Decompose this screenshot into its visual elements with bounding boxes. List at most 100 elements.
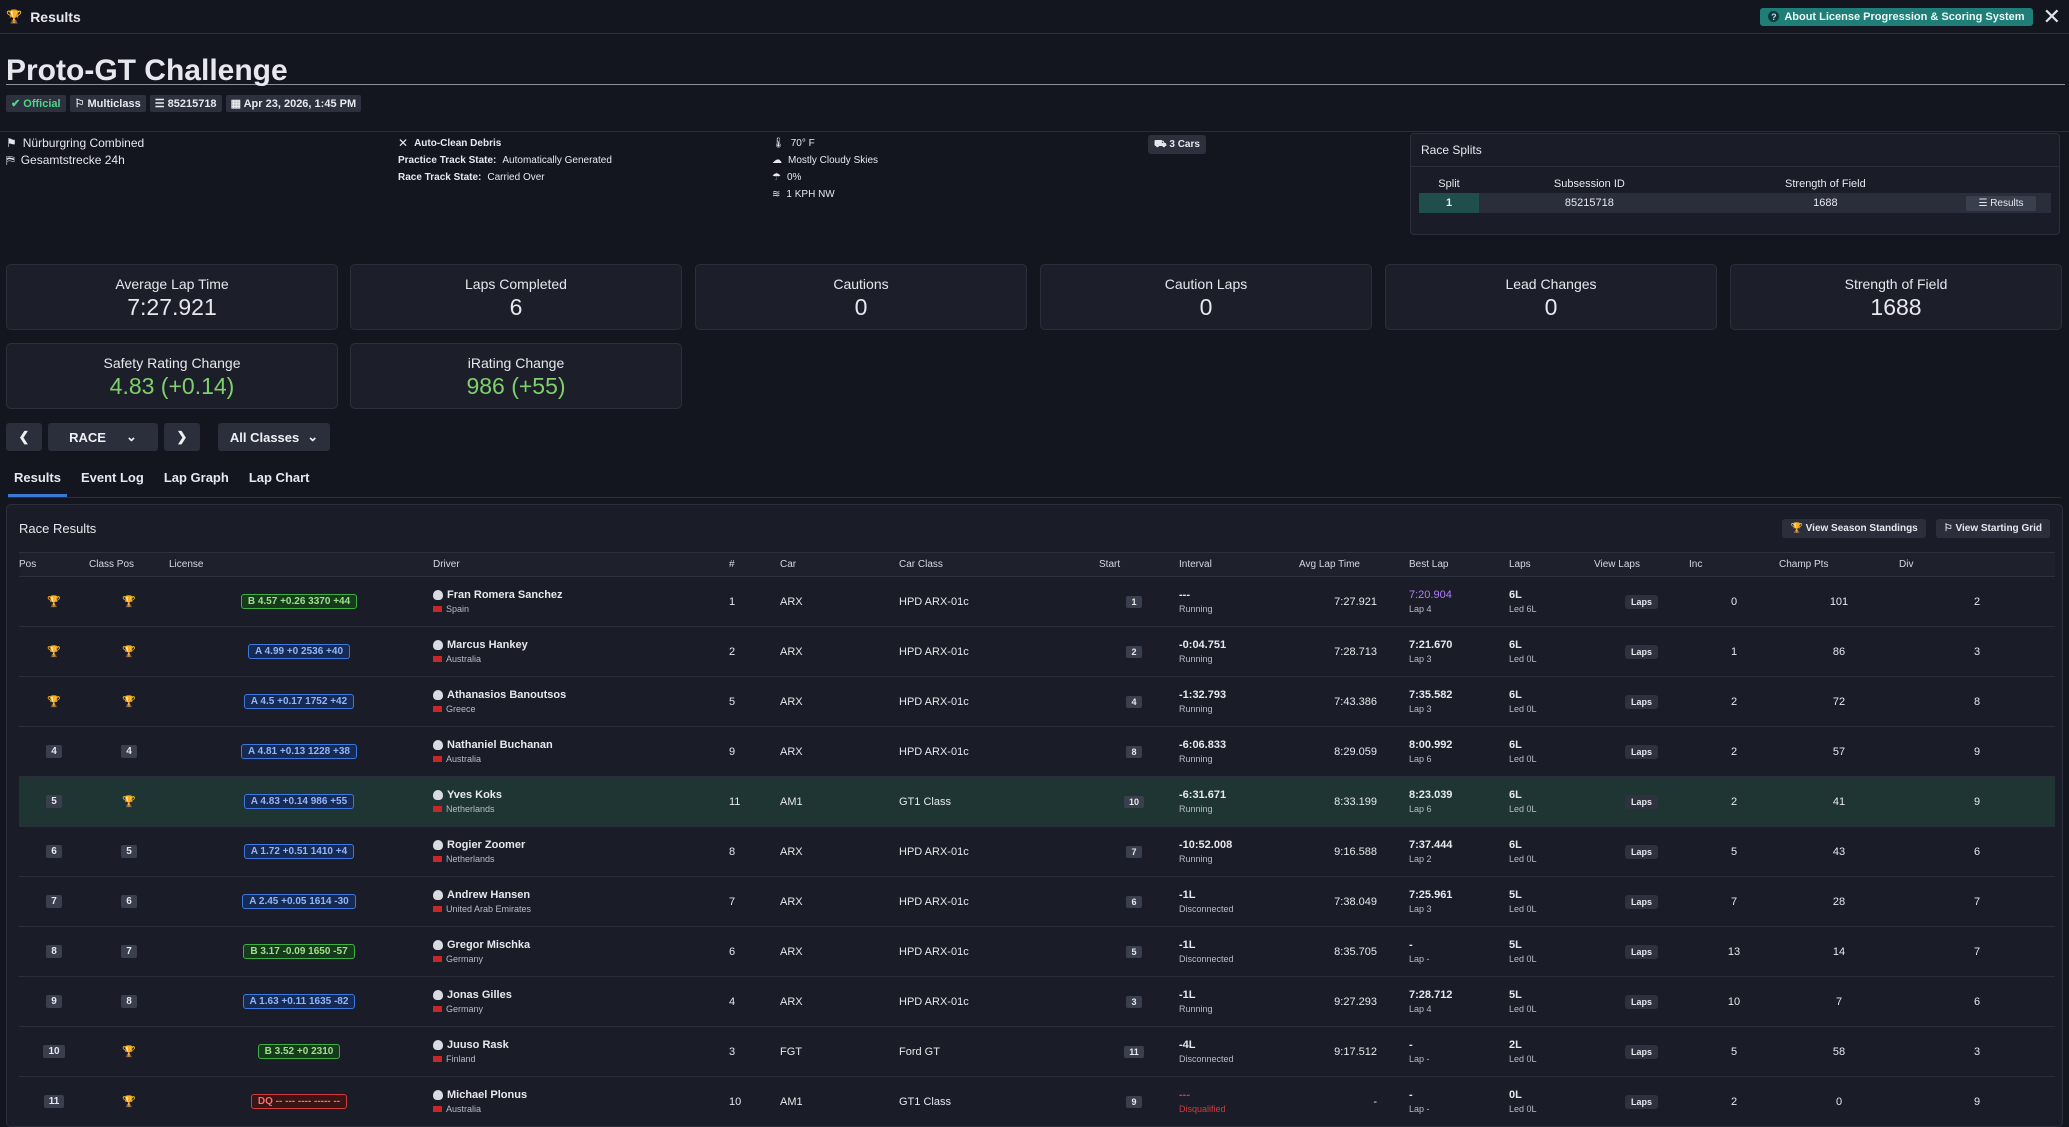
driver-name[interactable]: Marcus Hankey bbox=[447, 639, 528, 651]
col-header[interactable]: Class Pos bbox=[89, 552, 169, 577]
col-header[interactable]: Pos bbox=[19, 552, 89, 577]
tab-event-log[interactable]: Event Log bbox=[75, 462, 150, 497]
driver-cell[interactable]: Nathaniel Buchanan Australia bbox=[429, 726, 729, 777]
table-row[interactable]: 6 5 A 1.72 +0.51 1410 +4 Rogier Zoomer Nethe… bbox=[19, 826, 2055, 877]
car-number: 9 bbox=[729, 726, 774, 777]
col-header[interactable]: Div bbox=[1899, 552, 2055, 577]
driver-name[interactable]: Michael Plonus bbox=[447, 1089, 527, 1101]
incidents: 0 bbox=[1689, 576, 1779, 627]
col-header[interactable]: Car Class bbox=[899, 552, 1099, 577]
col-header[interactable]: License bbox=[169, 552, 429, 577]
driver-cell[interactable]: Jonas Gilles Germany bbox=[429, 976, 729, 1027]
driver-name[interactable]: Gregor Mischka bbox=[447, 939, 530, 951]
table-row[interactable]: 10 🏆 B 3.52 +0 2310 Juuso Rask Finland 3 FGT Fo… bbox=[19, 1026, 2055, 1077]
car-class: HPD ARX-01c bbox=[899, 876, 1099, 927]
driver-name[interactable]: Fran Romera Sanchez bbox=[447, 589, 563, 601]
interval-cell: -1L Disconnected bbox=[1169, 876, 1299, 927]
best-lap-cell: 7:20.904 Lap 4 bbox=[1399, 576, 1499, 627]
view-starting-grid-button[interactable]: ⚐ View Starting Grid bbox=[1935, 519, 2050, 538]
helmet-icon bbox=[433, 640, 443, 650]
table-row[interactable]: 🏆 🏆 B 4.57 +0.26 3370 +44 Fran Romera Sanch… bbox=[19, 576, 2055, 627]
flag-icon bbox=[433, 1056, 442, 1062]
driver-name-row: Andrew Hansen bbox=[433, 889, 729, 901]
col-header[interactable]: Best Lap bbox=[1399, 552, 1499, 577]
col-header[interactable]: Start bbox=[1099, 552, 1169, 577]
chevron-left-icon: ❮ bbox=[18, 429, 30, 444]
start-cell: 1 bbox=[1099, 576, 1169, 627]
driver-cell[interactable]: Juuso Rask Finland bbox=[429, 1026, 729, 1077]
view-laps-button[interactable]: Laps bbox=[1624, 1094, 1658, 1109]
driver-name[interactable]: Rogier Zoomer bbox=[447, 839, 525, 851]
tab-results[interactable]: Results bbox=[8, 462, 67, 497]
class-position: 5 bbox=[121, 845, 137, 858]
col-header[interactable]: Interval bbox=[1169, 552, 1299, 577]
driver-cell[interactable]: Gregor Mischka Germany bbox=[429, 926, 729, 977]
view-laps-button[interactable]: Laps bbox=[1624, 694, 1658, 709]
view-season-standings-button[interactable]: 🏆 View Season Standings bbox=[1782, 519, 1926, 538]
driver-cell[interactable]: Yves Koks Netherlands bbox=[429, 776, 729, 827]
driver-name[interactable]: Athanasios Banoutsos bbox=[447, 689, 566, 701]
driver-name[interactable]: Andrew Hansen bbox=[447, 889, 530, 901]
table-row[interactable]: 9 8 A 1.63 +0.11 1635 -82 Jonas Gilles Germa… bbox=[19, 976, 2055, 1027]
driver-cell[interactable]: Marcus Hankey Australia bbox=[429, 626, 729, 677]
about-license-button[interactable]: ? About License Progression & Scoring Sy… bbox=[1760, 7, 2033, 26]
col-header[interactable]: Laps bbox=[1499, 552, 1594, 577]
driver-cell[interactable]: Andrew Hansen United Arab Emirates bbox=[429, 876, 729, 927]
col-header[interactable]: View Laps bbox=[1594, 552, 1689, 577]
division: 3 bbox=[1899, 1026, 2055, 1077]
table-row[interactable]: 11 🏆 DQ -- --- ---- ----- -- Michael Plonus… bbox=[19, 1076, 2055, 1126]
driver-name[interactable]: Juuso Rask bbox=[447, 1039, 509, 1051]
laps: 5L bbox=[1509, 989, 1522, 1001]
driver-name[interactable]: Jonas Gilles bbox=[447, 989, 512, 1001]
driver-cell[interactable]: Fran Romera Sanchez Spain bbox=[429, 576, 729, 627]
view-laps-button[interactable]: Laps bbox=[1624, 644, 1658, 659]
laps-led: Led 0L bbox=[1509, 654, 1537, 664]
race-results-table: Pos Class Pos License Driver # Car Car Class St… bbox=[19, 552, 2055, 1126]
col-header[interactable]: Inc bbox=[1689, 552, 1779, 577]
view-laps-button[interactable]: Laps bbox=[1624, 744, 1658, 759]
view-laps-button[interactable]: Laps bbox=[1624, 994, 1658, 1009]
table-row[interactable]: 4 4 A 4.81 +0.13 1228 +38 Nathaniel Buchana… bbox=[19, 726, 2055, 777]
next-session-button[interactable]: ❯ bbox=[164, 423, 200, 451]
table-row[interactable]: 8 7 B 3.17 -0.09 1650 -57 Gregor Mischka Ger… bbox=[19, 926, 2055, 977]
driver-name[interactable]: Nathaniel Buchanan bbox=[447, 739, 553, 751]
table-row[interactable]: 5 🏆 A 4.83 +0.14 986 +55 Yves Koks Netherlan… bbox=[19, 776, 2055, 827]
driver-country-row: Spain bbox=[433, 604, 729, 614]
tab-lap-graph[interactable]: Lap Graph bbox=[158, 462, 235, 497]
driver-name[interactable]: Yves Koks bbox=[447, 789, 502, 801]
view-laps-button[interactable]: Laps bbox=[1624, 894, 1658, 909]
laps-cell: 5L Led 0L bbox=[1499, 876, 1594, 927]
weather-wind: 1 KPH NW bbox=[786, 189, 835, 200]
session-select[interactable]: RACE ⌄ bbox=[48, 423, 158, 451]
driver-cell[interactable]: Rogier Zoomer Netherlands bbox=[429, 826, 729, 877]
view-laps-button[interactable]: Laps bbox=[1624, 844, 1658, 859]
class-filter-select[interactable]: All Classes ⌄ bbox=[218, 423, 330, 451]
status: Running bbox=[1179, 654, 1213, 664]
division: 3 bbox=[1899, 626, 2055, 677]
driver-cell[interactable]: Athanasios Banoutsos Greece bbox=[429, 676, 729, 727]
col-header[interactable]: Car bbox=[774, 552, 899, 577]
incidents: 2 bbox=[1689, 1076, 1779, 1126]
table-row[interactable]: 🏆 🏆 A 4.99 +0 2536 +40 Marcus Hankey Austral… bbox=[19, 626, 2055, 677]
prev-session-button[interactable]: ❮ bbox=[6, 423, 42, 451]
stat-strength-of-field: Strength of Field 1688 bbox=[1730, 264, 2062, 330]
view-laps-button[interactable]: Laps bbox=[1624, 1044, 1658, 1059]
driver-cell[interactable]: Michael Plonus Australia bbox=[429, 1076, 729, 1126]
license-cell: B 3.17 -0.09 1650 -57 bbox=[169, 926, 429, 977]
position: 8 bbox=[46, 945, 62, 958]
split-results-button[interactable]: ☰ Results bbox=[1966, 196, 2036, 211]
col-header[interactable]: Driver bbox=[429, 552, 729, 577]
view-laps-button[interactable]: Laps bbox=[1624, 944, 1658, 959]
col-header[interactable]: Champ Pts bbox=[1779, 552, 1899, 577]
view-laps-button[interactable]: Laps bbox=[1624, 794, 1658, 809]
col-header[interactable]: Avg Lap Time bbox=[1299, 552, 1399, 577]
close-icon[interactable]: ✕ bbox=[2043, 5, 2061, 28]
chevron-down-icon: ⌄ bbox=[307, 429, 319, 444]
col-header[interactable]: # bbox=[729, 552, 774, 577]
tab-lap-chart[interactable]: Lap Chart bbox=[243, 462, 316, 497]
table-row[interactable]: 🏆 🏆 A 4.5 +0.17 1752 +42 Athanasios Banouts… bbox=[19, 676, 2055, 727]
view-laps-button[interactable]: Laps bbox=[1624, 594, 1658, 609]
helmet-icon bbox=[433, 690, 443, 700]
incidents: 2 bbox=[1689, 776, 1779, 827]
table-row[interactable]: 7 6 A 2.45 +0.05 1614 -30 Andrew Hansen Unit… bbox=[19, 876, 2055, 927]
